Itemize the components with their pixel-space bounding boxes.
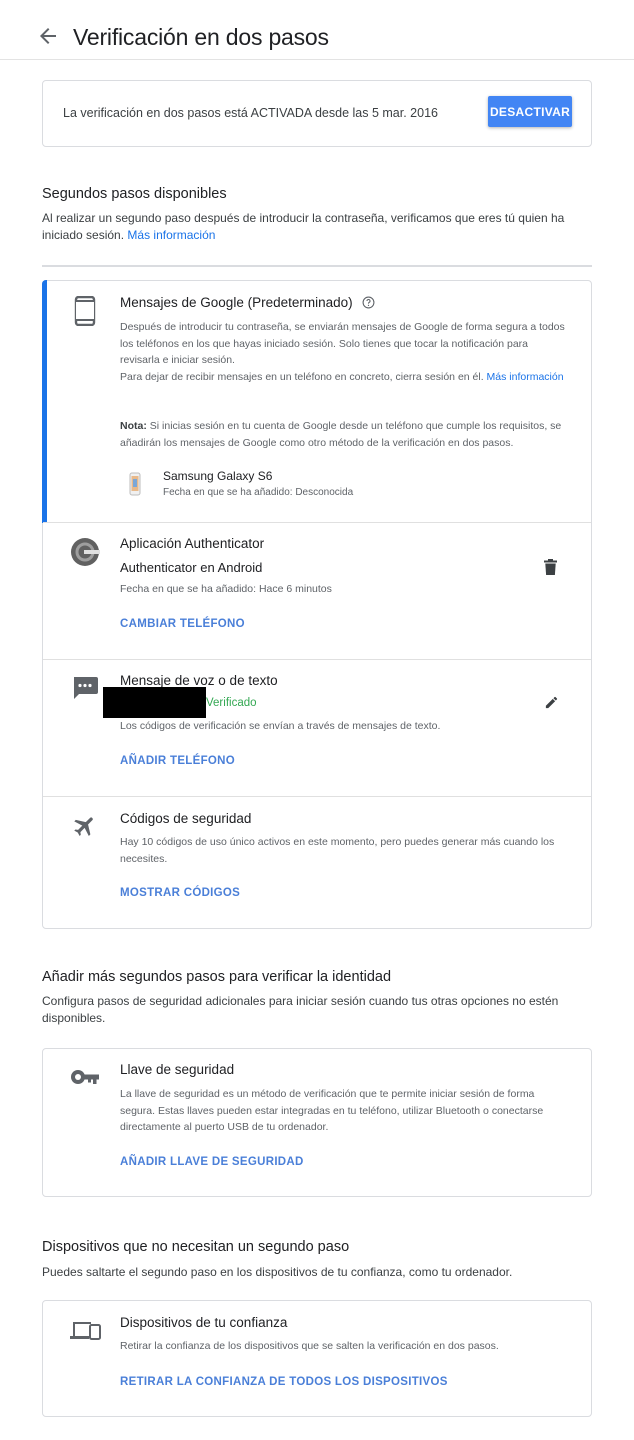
backup-codes-desc: Hay 10 códigos de uso único activos en e… (120, 836, 555, 865)
more-steps-desc: Configura pasos de seguridad adicionales… (42, 994, 559, 1025)
device-name: Samsung Galaxy S6 (163, 469, 273, 483)
top-bar: Verificación en dos pasos (0, 0, 634, 60)
status-text: La verificación en dos pasos está ACTIVA… (63, 106, 438, 120)
page-title: Verificación en dos pasos (73, 24, 329, 50)
backup-codes-title: Códigos de seguridad (120, 811, 252, 826)
more-steps-title: Añadir más segundos pasos para verificar… (42, 969, 392, 985)
methods-card: Mensajes de Google (Predeterminado) Desp… (42, 280, 592, 929)
authenticator-date: Fecha en que se ha añadido: Hace 6 minut… (120, 583, 332, 595)
edit-pencil-icon[interactable] (544, 695, 559, 710)
authenticator-icon (71, 538, 100, 566)
phone-icon (74, 296, 96, 326)
row-separator (43, 659, 591, 660)
trash-icon[interactable] (544, 559, 557, 575)
redacted-phone-number (103, 687, 206, 718)
verified-label: Verificado (206, 697, 257, 709)
learn-more-link[interactable]: Más información (127, 228, 215, 242)
trusted-devices-title: Dispositivos de tu confianza (120, 1315, 288, 1330)
add-security-key-button[interactable]: AÑADIR LLAVE DE SEGURIDAD (120, 1156, 304, 1168)
airplane-icon (74, 817, 93, 836)
add-phone-button[interactable]: AÑADIR TELÉFONO (120, 755, 235, 767)
available-steps-desc: Al realizar un segundo paso después de i… (42, 211, 565, 242)
voice-sms-title: Mensaje de voz o de texto (120, 673, 278, 688)
authenticator-title: Aplicación Authenticator (120, 536, 265, 551)
security-key-desc: La llave de seguridad es un método de ve… (120, 1088, 544, 1133)
revoke-all-devices-button[interactable]: RETIRAR LA CONFIANZA DE TODOS LOS DISPOS… (120, 1376, 448, 1388)
devices-icon (70, 1322, 101, 1340)
help-icon[interactable] (362, 296, 375, 309)
row-separator (43, 796, 591, 797)
devices-desc: Puedes saltarte el segundo paso en los d… (42, 1265, 513, 1279)
default-method-indicator (42, 280, 47, 523)
voice-sms-desc: Los códigos de verificación se envían a … (120, 720, 441, 732)
back-arrow-icon[interactable] (36, 24, 60, 48)
google-prompt-title: Mensajes de Google (Predeterminado) (120, 295, 375, 310)
device-date: Fecha en que se ha añadido: Desconocida (163, 487, 354, 498)
turn-off-button[interactable]: DESACTIVAR (488, 96, 572, 127)
message-icon (74, 677, 98, 699)
available-steps-title: Segundos pasos disponibles (42, 186, 227, 202)
show-codes-button[interactable]: MOSTRAR CÓDIGOS (120, 887, 240, 899)
trusted-devices-desc: Retirar la confianza de los dispositivos… (120, 1340, 499, 1352)
trusted-devices-card: Dispositivos de tu confianza Retirar la … (42, 1300, 592, 1417)
samsung-phone-icon (129, 472, 141, 496)
google-prompt-desc: Después de introducir tu contraseña, se … (120, 321, 565, 383)
devices-title: Dispositivos que no necesitan un segundo… (42, 1239, 350, 1255)
google-prompt-note: Nota: Si inicias sesión en tu cuenta de … (120, 420, 562, 449)
security-key-title: Llave de seguridad (120, 1062, 235, 1077)
divider (42, 265, 592, 267)
row-separator (43, 522, 591, 523)
key-icon (71, 1070, 99, 1084)
google-prompt-learn-more[interactable]: Más información (487, 371, 564, 383)
change-phone-button[interactable]: CAMBIAR TELÉFONO (120, 618, 245, 630)
status-card: La verificación en dos pasos está ACTIVA… (42, 80, 592, 147)
security-key-card: Llave de seguridad La llave de seguridad… (42, 1048, 592, 1197)
authenticator-sub: Authenticator en Android (120, 560, 263, 575)
